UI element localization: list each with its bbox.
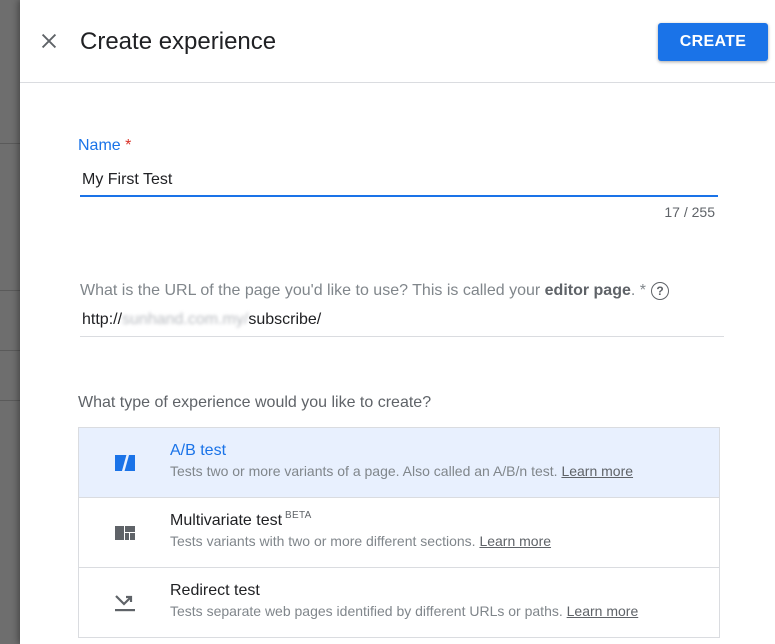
url-value-suffix: subscribe/ <box>248 311 322 328</box>
close-icon[interactable] <box>38 30 60 52</box>
learn-more-link[interactable]: Learn more <box>567 603 639 619</box>
option-redirect-test[interactable]: Redirect test Tests separate web pages i… <box>79 568 719 637</box>
option-title-text: Redirect test <box>170 582 260 599</box>
required-marker: * <box>125 137 132 154</box>
option-title-text: A/B test <box>170 442 227 459</box>
page-backdrop <box>0 0 20 644</box>
option-description-text: Tests variants with two or more differen… <box>170 533 476 549</box>
option-description-text: Tests separate web pages identified by d… <box>170 603 563 619</box>
option-description-text: Tests two or more variants of a page. Al… <box>170 463 558 479</box>
multivariate-icon <box>115 526 135 540</box>
learn-more-link[interactable]: Learn more <box>561 463 633 479</box>
editor-page-url-input[interactable]: http://sunhand.com.my/subscribe/ <box>80 306 724 337</box>
name-field-label: Name * <box>78 137 131 155</box>
backdrop-divider <box>0 290 20 291</box>
url-label-suffix: . * <box>630 282 646 299</box>
learn-more-link[interactable]: Learn more <box>479 533 551 549</box>
url-label-bold: editor page <box>544 282 631 299</box>
option-title: Redirect test <box>170 582 260 600</box>
redirect-icon <box>115 595 135 612</box>
option-description: Tests separate web pages identified by d… <box>170 603 638 619</box>
url-value-prefix: http:// <box>82 311 123 328</box>
beta-badge: BETA <box>285 510 312 521</box>
dialog-header: Create experience CREATE <box>20 0 775 83</box>
dialog-title: Create experience <box>80 28 277 55</box>
option-ab-test[interactable]: A/B test Tests two or more variants of a… <box>79 428 719 498</box>
option-title-text: Multivariate test <box>170 512 283 529</box>
backdrop-divider <box>0 400 20 401</box>
backdrop-divider <box>0 143 20 144</box>
create-experience-panel: Create experience CREATE Name * 17 / 255… <box>20 0 775 644</box>
url-field-label: What is the URL of the page you'd like t… <box>80 282 646 300</box>
url-value-blurred: sunhand.com.my/ <box>122 311 249 328</box>
option-title: Multivariate test BETA <box>170 510 312 530</box>
url-label-prefix: What is the URL of the page you'd like t… <box>80 282 545 299</box>
experience-type-options: A/B test Tests two or more variants of a… <box>78 427 720 638</box>
help-icon[interactable]: ? <box>651 282 669 300</box>
option-description: Tests variants with two or more differen… <box>170 533 551 549</box>
ab-test-icon <box>115 453 135 473</box>
character-counter: 17 / 255 <box>664 204 715 220</box>
option-title: A/B test <box>170 442 226 460</box>
option-multivariate-test[interactable]: Multivariate test BETA Tests variants wit… <box>79 498 719 568</box>
option-description: Tests two or more variants of a page. Al… <box>170 463 633 479</box>
name-input[interactable] <box>80 165 718 197</box>
create-button[interactable]: CREATE <box>658 23 768 61</box>
backdrop-divider <box>0 350 20 351</box>
experience-type-question: What type of experience would you like t… <box>78 394 432 411</box>
name-label-text: Name <box>78 137 121 154</box>
